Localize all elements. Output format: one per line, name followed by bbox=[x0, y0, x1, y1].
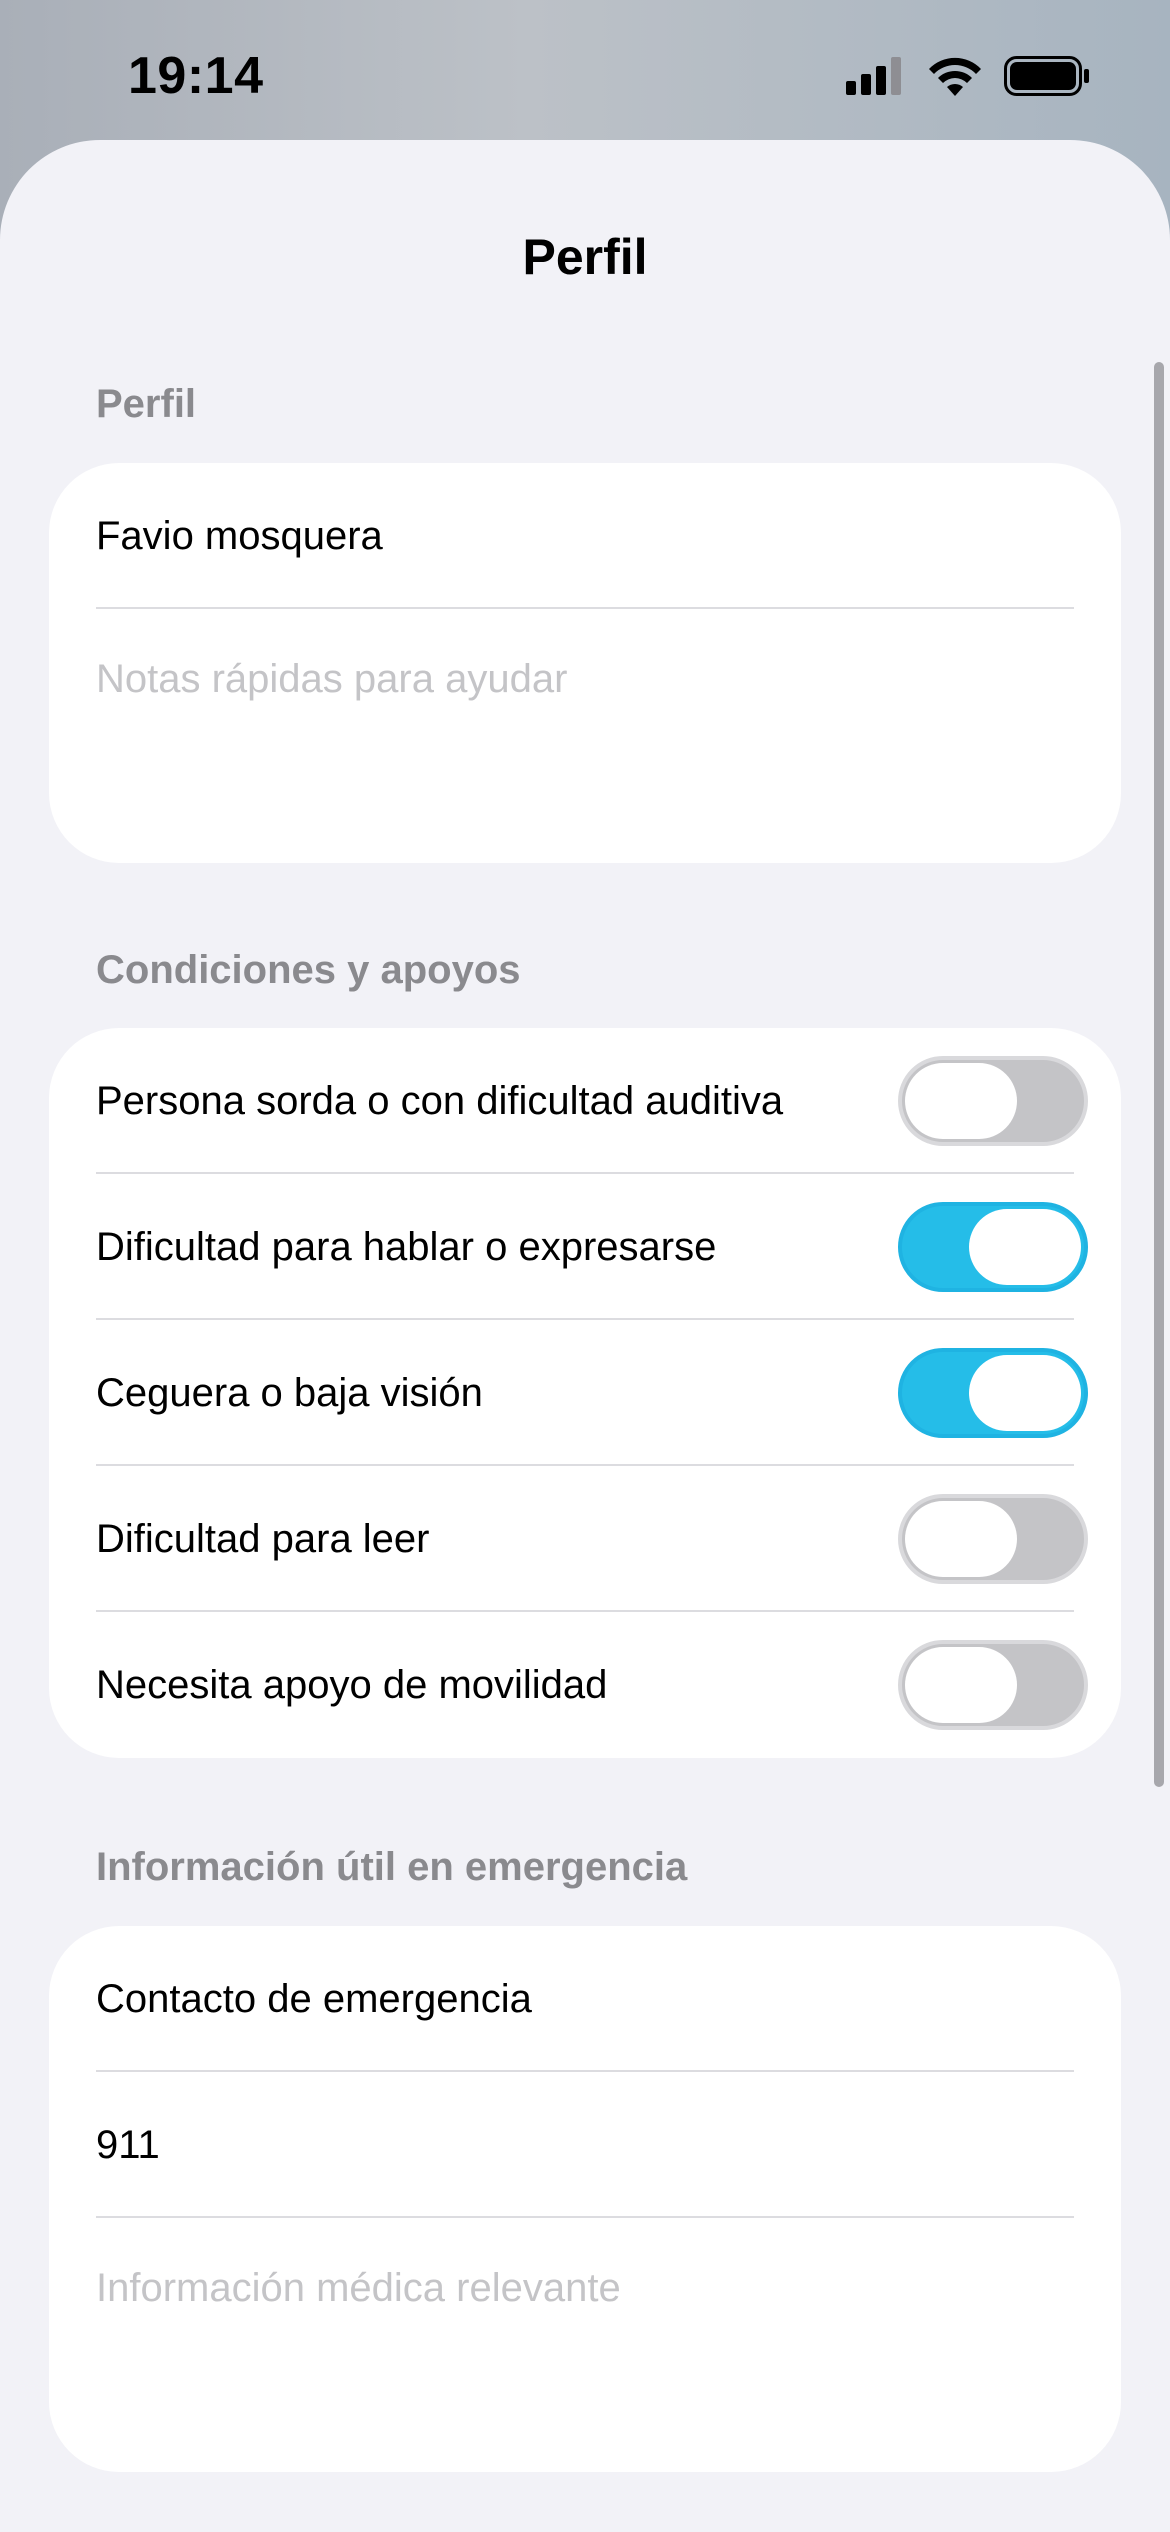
condition-row-mobility: Necesita apoyo de movilidad bbox=[49, 1612, 1121, 1758]
toggle-knob bbox=[969, 1209, 1081, 1285]
profile-sheet: Perfil Perfil Condiciones y apoyos Perso… bbox=[0, 140, 1170, 2532]
name-field[interactable] bbox=[96, 513, 1081, 559]
mobility-toggle[interactable] bbox=[898, 1640, 1088, 1730]
condition-label: Necesita apoyo de movilidad bbox=[96, 1662, 608, 1707]
status-icons bbox=[846, 56, 1090, 96]
condition-row-speech: Dificultad para hablar o expresarse bbox=[49, 1174, 1121, 1320]
emergency-contact-row bbox=[49, 1926, 1121, 2072]
cellular-signal-icon bbox=[846, 57, 901, 95]
toggle-knob bbox=[969, 1355, 1081, 1431]
toggle-knob bbox=[905, 1501, 1017, 1577]
emergency-number-field[interactable] bbox=[96, 2122, 1081, 2168]
vision-toggle[interactable] bbox=[898, 1348, 1088, 1438]
condition-row-hearing: Persona sorda o con dificultad auditiva bbox=[49, 1028, 1121, 1174]
section-header-profile: Perfil bbox=[96, 382, 197, 426]
status-bar: 19:14 bbox=[0, 0, 1170, 140]
condition-label: Dificultad para leer bbox=[96, 1516, 430, 1561]
condition-label: Dificultad para hablar o expresarse bbox=[96, 1224, 717, 1269]
toggle-knob bbox=[905, 1063, 1017, 1139]
medical-info-row bbox=[49, 2218, 1121, 2406]
section-header-emergency: Información útil en emergencia bbox=[96, 1845, 688, 1889]
hearing-toggle[interactable] bbox=[898, 1056, 1088, 1146]
condition-row-reading: Dificultad para leer bbox=[49, 1466, 1121, 1612]
scroll-indicator[interactable] bbox=[1154, 362, 1164, 1787]
notes-field[interactable] bbox=[96, 657, 1081, 792]
status-time: 19:14 bbox=[128, 47, 264, 105]
section-header-conditions: Condiciones y apoyos bbox=[96, 948, 521, 992]
speech-toggle[interactable] bbox=[898, 1202, 1088, 1292]
battery-icon bbox=[1004, 56, 1089, 96]
condition-row-vision: Ceguera o baja visión bbox=[49, 1320, 1121, 1466]
medical-info-field[interactable] bbox=[96, 2266, 1081, 2401]
notes-row bbox=[49, 609, 1121, 797]
name-row bbox=[49, 463, 1121, 609]
condition-label: Persona sorda o con dificultad auditiva bbox=[96, 1078, 784, 1123]
emergency-card bbox=[49, 1926, 1121, 2472]
profile-card bbox=[49, 463, 1121, 863]
emergency-number-row bbox=[49, 2072, 1121, 2218]
toggle-knob bbox=[905, 1647, 1017, 1723]
condition-label: Ceguera o baja visión bbox=[96, 1370, 483, 1415]
wifi-icon bbox=[929, 57, 981, 96]
conditions-card: Persona sorda o con dificultad auditiva … bbox=[49, 1028, 1121, 1758]
sheet-title: Perfil bbox=[522, 229, 648, 285]
reading-toggle[interactable] bbox=[898, 1494, 1088, 1584]
emergency-contact-field[interactable] bbox=[96, 1976, 1081, 2022]
